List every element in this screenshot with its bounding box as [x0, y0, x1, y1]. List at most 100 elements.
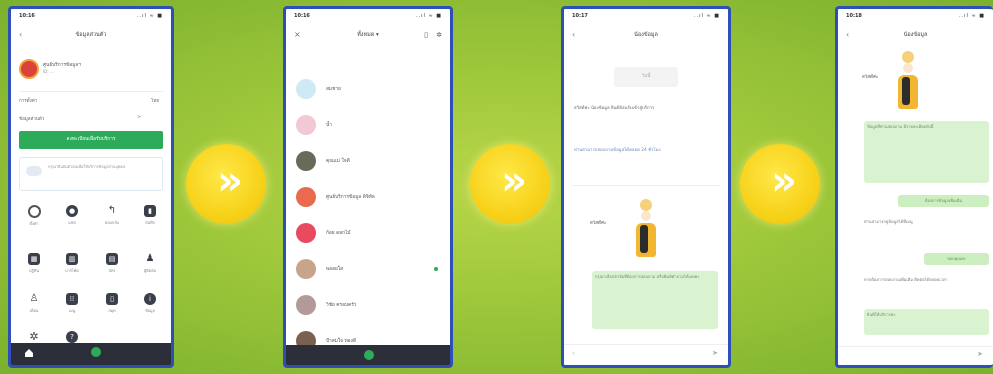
register-button[interactable]: ลงทะเบียนเพื่อรับบริการ: [19, 131, 163, 149]
info-message: ท่านสามารถสอบถามข้อมูลได้ตลอด 24 ชั่วโมง: [574, 148, 661, 153]
chat-list-item[interactable]: น้ำ: [294, 111, 442, 143]
phone-screen-profile: 10:16 ..ıl ≈ ■ ‹ ข้อมูลส่วนตัว ศูนย์บริก…: [8, 6, 174, 368]
bottom-nav: [286, 345, 450, 365]
screen-header: × ทั้งหมด ▾ ▯ ✲: [286, 27, 450, 43]
avatar: [296, 79, 316, 99]
chat-list-item[interactable]: สมชาย: [294, 75, 442, 107]
status-signals: ..ıl ≈ ■: [136, 13, 163, 19]
grid-item-contacts[interactable]: ♟ ผู้ติดต่อ: [135, 253, 165, 274]
status-bar: 10:17 ..ıl ≈ ■: [564, 11, 728, 21]
message-input-bar[interactable]: ‹ ➤: [564, 344, 728, 365]
date-chip: วันนี้: [614, 67, 678, 87]
status-time: 10:16: [294, 13, 310, 19]
mascot-illustration: [626, 199, 666, 265]
status-bar: 10:16 ..ıl ≈ ■: [286, 11, 450, 21]
grid-item-settings[interactable]: ตั้งค่า: [19, 205, 49, 227]
notice-box: กรุณายืนยันตัวตนเพื่อใช้บริการข้อมูลส่วน…: [19, 157, 163, 191]
status-bar: 10:16 ..ıl ≈ ■: [11, 11, 171, 21]
bot-message-text: หากต้องการสอบถามเพิ่มเติม ติดต่อได้ตลอดเ…: [864, 277, 948, 282]
avatar: [296, 295, 316, 315]
divider: [572, 185, 720, 186]
close-icon[interactable]: ×: [294, 27, 301, 43]
date-chip-label: วันนี้: [641, 74, 651, 79]
reply-icon: ↰: [107, 205, 117, 216]
help-icon: ?: [66, 331, 78, 343]
bottom-nav: [11, 343, 171, 365]
header-title: น้องข้อมูล: [903, 32, 928, 38]
card-icon: ▤: [106, 253, 118, 265]
profile-row-value: >: [137, 115, 141, 120]
avatar: [296, 151, 316, 171]
grid-item-gear[interactable]: ✲: [19, 331, 49, 343]
back-icon[interactable]: ‹: [572, 27, 575, 43]
settings-icon: [27, 205, 41, 218]
phone-screen-chat-conversation: 10:18 ..ıl ≈ ■ ‹ น้องข้อมูล สวัสดีค่ะ ข้…: [835, 6, 993, 368]
barcode-icon: ▥: [66, 253, 78, 265]
mascot-greeting: สวัสดีค่ะ: [590, 221, 607, 226]
toggle-icon[interactable]: [26, 166, 42, 176]
grid-item-info[interactable]: i ข้อมูล: [135, 293, 165, 314]
screen-header: ‹ ข้อมูลส่วนตัว: [11, 27, 171, 43]
back-icon[interactable]: ‹: [846, 27, 849, 43]
phone-screen-chat-welcome: 10:17 ..ıl ≈ ■ ‹ น้องข้อมูล วันนี้ สวัสด…: [561, 6, 731, 368]
mascot-greeting: สวัสดีค่ะ: [862, 75, 879, 80]
chat-list-item[interactable]: ก้อย ดอกไม้: [294, 219, 442, 251]
profile-sub: ID: ...: [43, 69, 54, 74]
settings-icon[interactable]: ✲: [436, 27, 442, 43]
header-title[interactable]: ทั้งหมด ▾: [357, 32, 379, 38]
screen-header: ‹ น้องข้อมูล: [564, 27, 728, 43]
chat-list-item[interactable]: คุณแม่ ใจดี: [294, 147, 442, 179]
status-time: 10:17: [572, 13, 588, 19]
status-time: 10:18: [846, 13, 862, 19]
grid-item-card[interactable]: ▤ บัตร: [97, 253, 127, 274]
grid-item-chat[interactable]: ● แชท: [57, 205, 87, 226]
screen-header: ‹ น้องข้อมูล: [838, 27, 993, 43]
grid-item-friends[interactable]: ♙ เพื่อน: [19, 293, 49, 314]
profile-row-label[interactable]: ข้อมูลส่วนตัว: [19, 115, 44, 122]
register-button-label: ลงทะเบียนเพื่อรับบริการ: [66, 137, 116, 142]
chat-list-item[interactable]: พลอยใส: [294, 255, 442, 287]
calendar-icon: ▦: [28, 253, 40, 265]
menu-icon[interactable]: ‹: [572, 350, 574, 357]
settings-row-label[interactable]: การตั้งค่า: [19, 97, 37, 104]
bookmark-icon: ▮: [144, 205, 156, 217]
profile-avatar[interactable]: [19, 59, 39, 79]
chat-icon: ●: [66, 205, 78, 217]
quick-reply-button[interactable]: ต้องการข้อมูลเพิ่มเติม: [898, 195, 989, 207]
grid-item-bookmark[interactable]: ▮ บันทึก: [135, 205, 165, 226]
edit-icon[interactable]: ▯: [424, 27, 428, 43]
next-step-arrow-icon: »: [186, 144, 266, 224]
chat-nav-icon[interactable]: [91, 347, 101, 357]
status-signals: ..ıl ≈ ■: [415, 13, 442, 19]
profile-name: ศูนย์บริการข้อมูลฯ: [43, 63, 81, 68]
add-friend-icon: ♙: [29, 293, 39, 304]
grid-item-reply[interactable]: ↰ ตอบกลับ: [97, 205, 127, 226]
next-step-arrow-icon: »: [470, 144, 550, 224]
chat-list-item[interactable]: ศูนย์บริการข้อมูล ดิจิทัล: [294, 183, 442, 215]
bot-message-bubble: ยินดีให้บริการค่ะ: [864, 309, 989, 335]
bot-message-bubble: ข้อมูลที่ท่านสอบถาม มีรายละเอียดดังนี้: [864, 121, 989, 183]
welcome-message: สวัสดีค่ะ น้องข้อมูล ยินดีต้อนรับเข้าสู่…: [574, 106, 655, 111]
online-dot-icon: [434, 267, 438, 271]
person-icon: ♟: [145, 253, 155, 264]
status-bar: 10:18 ..ıl ≈ ■: [838, 11, 993, 21]
avatar: [296, 115, 316, 135]
grid-item-book[interactable]: ▯ สมุด: [97, 293, 127, 314]
quick-reply-button[interactable]: ขอบคุณค่ะ: [924, 253, 989, 265]
message-input-bar[interactable]: ➤: [838, 346, 993, 365]
send-icon[interactable]: ➤: [712, 349, 718, 357]
home-icon[interactable]: [25, 349, 33, 357]
grid-item-barcode[interactable]: ▥ บาร์โค้ด: [57, 253, 87, 274]
grid-item-help[interactable]: ?: [57, 331, 87, 343]
back-icon[interactable]: ‹: [19, 27, 22, 43]
send-icon[interactable]: ➤: [977, 350, 983, 358]
gear-icon: ✲: [29, 330, 39, 343]
book-icon: ▯: [106, 293, 118, 305]
grid-item-menu[interactable]: ⁞⁞ เมนู: [57, 293, 87, 314]
chat-list-item[interactable]: วิชัย ครอบครัว: [294, 291, 442, 323]
avatar: [296, 259, 316, 279]
settings-row-value: ไทย: [151, 99, 159, 104]
grid-menu-icon: ⁞⁞: [66, 293, 78, 305]
chat-nav-icon[interactable]: [364, 350, 374, 360]
grid-item-calendar[interactable]: ▦ ปฏิทิน: [19, 253, 49, 274]
